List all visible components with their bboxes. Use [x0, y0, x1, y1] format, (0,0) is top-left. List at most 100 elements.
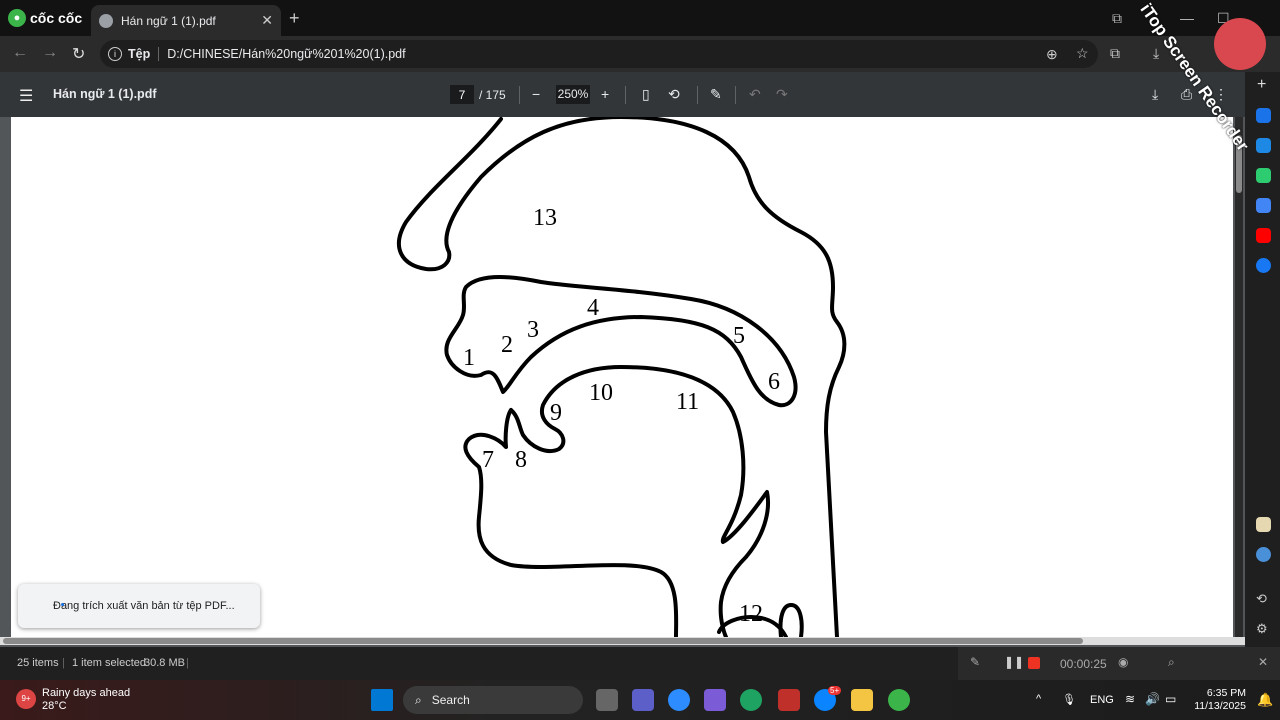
notifications-bell-icon[interactable]: 🔔 [1257, 692, 1273, 708]
battery-icon[interactable]: ▭ [1165, 692, 1176, 706]
file-explorer-icon[interactable] [851, 689, 873, 711]
tray-chevron-icon[interactable]: ^ [1036, 693, 1041, 705]
browser-brand-name: cốc cốc [30, 10, 83, 26]
status-divider: | [62, 657, 65, 669]
stop-icon[interactable] [1028, 657, 1040, 669]
new-tab-button[interactable]: + [289, 8, 300, 29]
zoom-in-icon[interactable]: + [601, 86, 609, 102]
page-number-input[interactable] [450, 85, 474, 104]
zoom-icon[interactable]: ⊕ [1046, 46, 1058, 63]
toolbar-divider [625, 86, 626, 104]
weather-temp: 28°C [42, 700, 67, 712]
history-icon[interactable]: ⟲ [1256, 591, 1267, 607]
globe-icon [99, 13, 113, 28]
undo-icon[interactable]: ↶ [749, 86, 761, 103]
sidebar-chat-icon[interactable] [1256, 547, 1271, 562]
label-8: 8 [515, 447, 527, 473]
sidebar-facebook-icon[interactable] [1256, 258, 1271, 273]
sidebar-youtube-icon[interactable] [1256, 228, 1271, 243]
omnibox[interactable]: i Tệp D:/CHINESE/Hán%20ngữ%201%20(1).pdf [100, 40, 1098, 68]
toast-message: Đang trích xuất văn bản từ tệp PDF... [53, 600, 235, 612]
label-7: 7 [482, 447, 494, 473]
wifi-icon[interactable]: ≋ [1125, 692, 1135, 706]
clock-date: 11/13/2025 [1194, 700, 1246, 712]
sidebar-zalo-icon[interactable] [1256, 138, 1271, 153]
lower-lip-outline [463, 408, 679, 637]
sidebar-translate-icon[interactable] [1256, 198, 1271, 213]
toolbar-divider [519, 86, 520, 104]
url-text[interactable]: D:/CHINESE/Hán%20ngữ%201%20(1).pdf [167, 47, 405, 61]
extraction-toast: Đang trích xuất văn bản từ tệp PDF... [18, 584, 260, 628]
fit-page-icon[interactable]: ▯ [642, 86, 650, 103]
sidebar-app-icon[interactable] [1256, 517, 1271, 532]
label-11: 11 [676, 389, 699, 415]
weather-badge: 9+ [16, 689, 36, 709]
total-pages: / 175 [479, 88, 506, 102]
label-9: 9 [550, 400, 562, 426]
zoom-level[interactable]: 250% [556, 85, 590, 104]
pdf-toolbar: ☰ Hán ngữ 1 (1).pdf [0, 72, 1245, 117]
minimize-button[interactable]: — [1180, 10, 1194, 26]
pdf-page: 1 2 3 4 5 6 7 8 9 10 11 12 13 [11, 117, 1233, 637]
weather-title: Rainy days ahead [42, 687, 131, 699]
pen-icon[interactable]: ✎ [970, 655, 980, 669]
item-count: 25 items [17, 657, 59, 669]
site-info-icon[interactable]: i [108, 47, 122, 61]
chat-badge: 5+ [828, 686, 842, 695]
clock-time: 6:35 PM [1206, 687, 1246, 699]
tab-strip: ● cốc cốc Hán ngữ 1 (1).pdf ✕ + ⧉ — ☐ [0, 0, 1280, 36]
label-4: 4 [587, 295, 599, 321]
search-icon: ⌕ [415, 692, 422, 707]
recorder-control-bar: ✎ ❚❚ 00:00:25 ◉ ⌕ ✕ [958, 647, 1280, 680]
label-10: 10 [589, 380, 613, 406]
sidebar-add-icon[interactable]: + [1257, 76, 1266, 94]
active-tab[interactable]: Hán ngữ 1 (1).pdf ✕ [91, 5, 281, 36]
reload-button[interactable]: ↻ [72, 44, 85, 64]
pdf-filename: Hán ngữ 1 (1).pdf [53, 87, 157, 101]
screen-recorder-icon[interactable] [778, 689, 800, 711]
toolbar-divider [735, 86, 736, 104]
zoom-app-icon[interactable] [668, 689, 690, 711]
toolbar-divider [697, 86, 698, 104]
coccoc-taskbar-icon[interactable] [888, 689, 910, 711]
sidebar-game-icon[interactable] [1256, 168, 1271, 183]
sidebar-messenger-icon[interactable] [1256, 108, 1271, 123]
system-clock[interactable]: 6:35 PM 11/13/2025 [1188, 687, 1246, 713]
tab-title: Hán ngữ 1 (1).pdf [121, 13, 216, 28]
weather-widget[interactable]: 9+ Rainy days ahead 28°C [16, 687, 131, 713]
edge-icon[interactable] [740, 689, 762, 711]
forward-button[interactable]: → [42, 44, 58, 62]
settings-gear-icon[interactable]: ⚙ [1256, 621, 1268, 637]
label-5: 5 [733, 323, 745, 349]
rotate-icon[interactable]: ⟲ [668, 86, 680, 103]
menu-icon[interactable]: ☰ [19, 86, 33, 106]
task-view-icon[interactable] [596, 689, 618, 711]
horizontal-scroll-thumb[interactable] [3, 638, 1083, 644]
label-2: 2 [501, 332, 513, 358]
file-scheme-chip: Tệp [128, 47, 160, 61]
redo-icon[interactable]: ↷ [776, 86, 788, 103]
taskbar-search[interactable]: ⌕ Search [403, 686, 583, 714]
selected-count: 1 item selected [72, 657, 146, 669]
tab-close-icon[interactable]: ✕ [261, 12, 273, 29]
zoom-out-icon[interactable]: − [532, 86, 540, 102]
vertical-scrollbar[interactable] [1235, 117, 1243, 637]
label-3: 3 [527, 317, 539, 343]
loading-spinner-icon [61, 603, 64, 606]
pause-icon[interactable]: ❚❚ [1004, 655, 1024, 669]
annotate-pen-icon[interactable]: ✎ [710, 86, 722, 103]
search-icon[interactable]: ⌕ [1168, 655, 1175, 670]
language-indicator[interactable]: ENG [1090, 694, 1114, 706]
copilot-icon[interactable] [704, 689, 726, 711]
volume-icon[interactable]: 🔊 [1145, 692, 1160, 706]
selected-size: 30.8 MB [144, 657, 185, 669]
camera-icon[interactable]: ◉ [1118, 655, 1128, 669]
label-6: 6 [768, 369, 780, 395]
teams-icon[interactable] [632, 689, 654, 711]
back-button[interactable]: ← [12, 44, 28, 62]
search-label: Search [431, 693, 470, 707]
label-13: 13 [533, 205, 557, 231]
close-icon[interactable]: ✕ [1258, 655, 1268, 669]
start-windows-icon[interactable] [371, 689, 393, 711]
microphone-icon[interactable]: 🎙 [1062, 693, 1076, 706]
